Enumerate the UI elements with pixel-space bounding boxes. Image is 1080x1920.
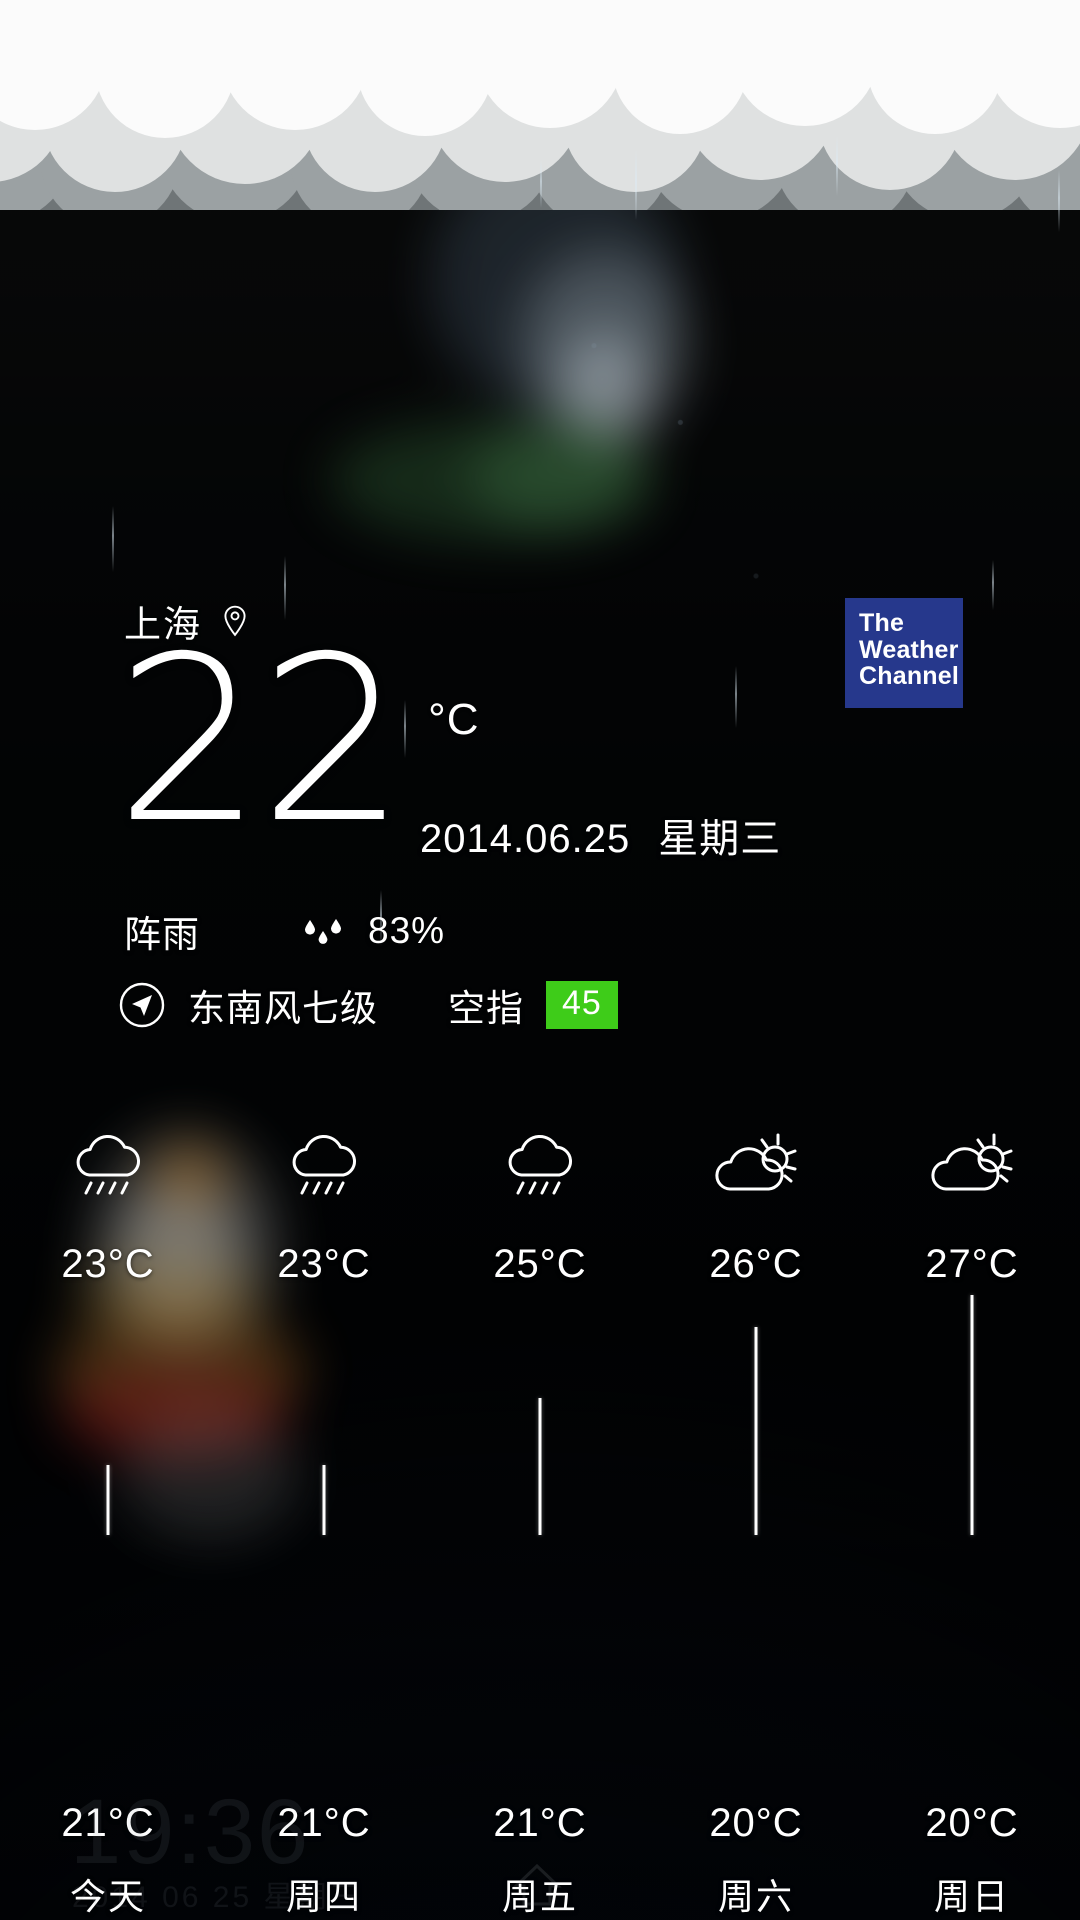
rain-cloud-icon [281,1120,367,1216]
rain-cloud-icon [497,1120,583,1216]
forecast-low-temp: 20°C [925,1801,1019,1845]
forecast-bar-area [648,1287,864,1801]
ghost-clock: 19:36 [70,1781,311,1883]
compass-navigation-icon [118,981,166,1029]
logo-line-1: The [859,609,905,637]
forecast-bar-area [0,1287,216,1801]
forecast-temperature-bar [970,1295,974,1535]
forecast-low-temp: 21°C [493,1801,587,1845]
forecast-bar-area [216,1287,432,1801]
ghost-date: 2014 06 25 星期三 [72,1881,363,1914]
forecast-day-column[interactable]: 25°C 21°C 周五 [432,1120,648,1920]
sun-cloud-icon [710,1120,802,1216]
forecast-low-temp: 20°C [709,1801,803,1845]
forecast-day-column[interactable]: 27°C 20°C 周日 [864,1120,1080,1920]
temperature-unit: °C [428,695,480,744]
forecast-high-temp: 23°C [61,1242,155,1286]
aqi-label: 空指 [448,988,524,1029]
home-button-icon[interactable] [510,1860,564,1908]
sun-cloud-icon [926,1120,1018,1216]
forecast-temperature-bar [754,1327,758,1535]
rain-cloud-icon [65,1120,151,1216]
humidity-value: 83% [368,910,446,951]
forecast-high-temp: 25°C [493,1242,587,1286]
current-temperature: 22 [115,607,407,873]
condition-text: 阵雨 [124,914,200,955]
weather-channel-logo[interactable]: The Weather Channel [845,598,963,708]
forecast-temperature-bar [322,1465,326,1535]
forecast-temperature-bar [538,1398,542,1535]
wind-description: 东南风七级 [188,988,378,1029]
wind-and-aqi-row: 东南风七级 空指 45 [118,978,618,1032]
current-date: 2014.06.25 [420,817,631,861]
aqi-badge: 45 [546,980,618,1030]
condition-row: 阵雨 83% [124,904,445,958]
forecast-day-column[interactable]: 26°C 20°C 周六 [648,1120,864,1920]
forecast-high-temp: 23°C [277,1242,371,1286]
forecast-bar-area [864,1287,1080,1801]
logo-line-3: Channel [859,662,960,690]
logo-line-2: Weather [859,635,959,664]
forecast-day-label: 周六 [717,1876,794,1917]
forecast-bar-area [432,1287,648,1801]
forecast-high-temp: 26°C [709,1242,803,1286]
forecast-high-temp: 27°C [925,1242,1019,1286]
current-weekday: 星期三 [658,817,782,861]
date-row: 2014.06.25 星期三 [420,806,781,864]
forecast-day-label: 周日 [933,1876,1010,1917]
forecast-temperature-bar [106,1465,110,1535]
water-drops-icon [300,914,346,948]
